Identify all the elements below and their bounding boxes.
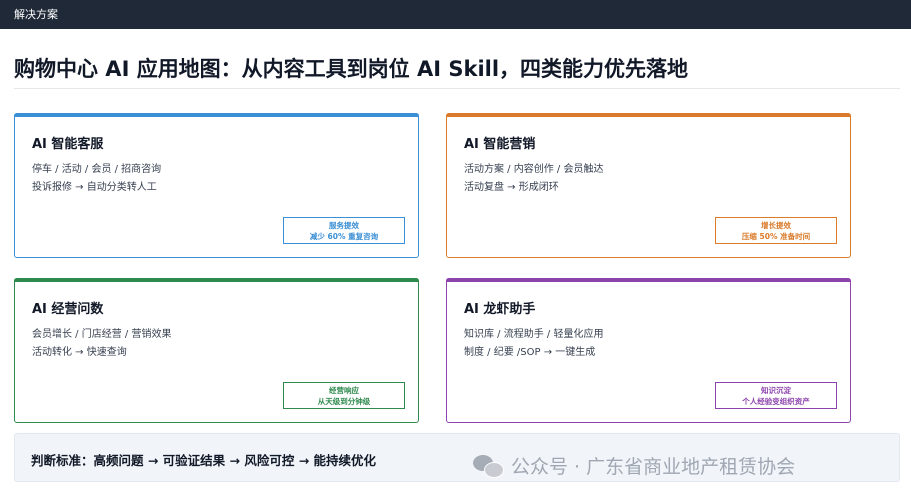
card-title: AI 智能营销 <box>464 137 536 152</box>
top-bar: 解决方案 <box>0 0 911 29</box>
card-title: AI 经营问数 <box>32 302 104 317</box>
card-smart-marketing: AI 智能营销 活动方案 / 内容创作 / 会员触达 活动复盘 → 形成闭环 增… <box>446 113 851 258</box>
wechat-icon <box>473 454 504 478</box>
watermark-text: 公众号 · 广东省商业地产租赁协会 <box>511 456 796 478</box>
card-accent-bar <box>446 278 851 282</box>
card-line: 停车 / 活动 / 会员 / 招商咨询 <box>32 164 162 175</box>
card-title: AI 智能客服 <box>32 137 104 152</box>
badge-label: 增长提效 <box>761 221 791 230</box>
card-badge: 服务提效 减少 60% 重复咨询 <box>283 217 405 244</box>
card-line: 活动复盘 → 形成闭环 <box>464 182 559 193</box>
badge-value: 减少 60% 重复咨询 <box>309 232 379 241</box>
card-smart-service: AI 智能客服 停车 / 活动 / 会员 / 招商咨询 投诉报修 → 自动分类转… <box>14 113 419 258</box>
badge-value: 从天级到分钟级 <box>317 397 371 406</box>
section-label: 解决方案 <box>14 8 58 21</box>
badge-label: 经营响应 <box>329 386 359 395</box>
badge-label: 服务提效 <box>329 221 359 230</box>
card-title: AI 龙虾助手 <box>464 302 536 317</box>
card-line: 会员增长 / 门店经营 / 营销效果 <box>32 329 172 340</box>
card-badge: 经营响应 从天级到分钟级 <box>283 382 405 409</box>
badge-label: 知识沉淀 <box>761 386 791 395</box>
card-badge: 知识沉淀 个人经验变组织资产 <box>715 382 837 409</box>
badge-value: 个人经验变组织资产 <box>742 397 810 406</box>
criteria-text: 判断标准：高频问题 → 可验证结果 → 风险可控 → 能持续优化 <box>31 453 377 468</box>
card-lobster-assistant: AI 龙虾助手 知识库 / 流程助手 / 轻量化应用 制度 / 纪要 /SOP … <box>446 278 851 423</box>
card-line: 活动方案 / 内容创作 / 会员触达 <box>464 164 604 175</box>
card-line: 知识库 / 流程助手 / 轻量化应用 <box>464 329 604 340</box>
card-business-query: AI 经营问数 会员增长 / 门店经营 / 营销效果 活动转化 → 快速查询 经… <box>14 278 419 423</box>
watermark: 公众号 · 广东省商业地产租赁协会 <box>473 452 795 479</box>
card-accent-bar <box>446 113 851 117</box>
card-accent-bar <box>14 278 419 282</box>
card-line: 制度 / 纪要 /SOP → 一键生成 <box>464 347 596 358</box>
badge-value: 压缩 50% 准备时间 <box>741 232 811 241</box>
card-line: 活动转化 → 快速查询 <box>32 347 127 358</box>
card-line: 投诉报修 → 自动分类转人工 <box>32 182 157 193</box>
page-title: 购物中心 AI 应用地图：从内容工具到岗位 AI Skill，四类能力优先落地 <box>14 57 689 81</box>
card-badge: 增长提效 压缩 50% 准备时间 <box>715 217 837 244</box>
title-divider <box>14 88 900 89</box>
card-accent-bar <box>14 113 419 117</box>
